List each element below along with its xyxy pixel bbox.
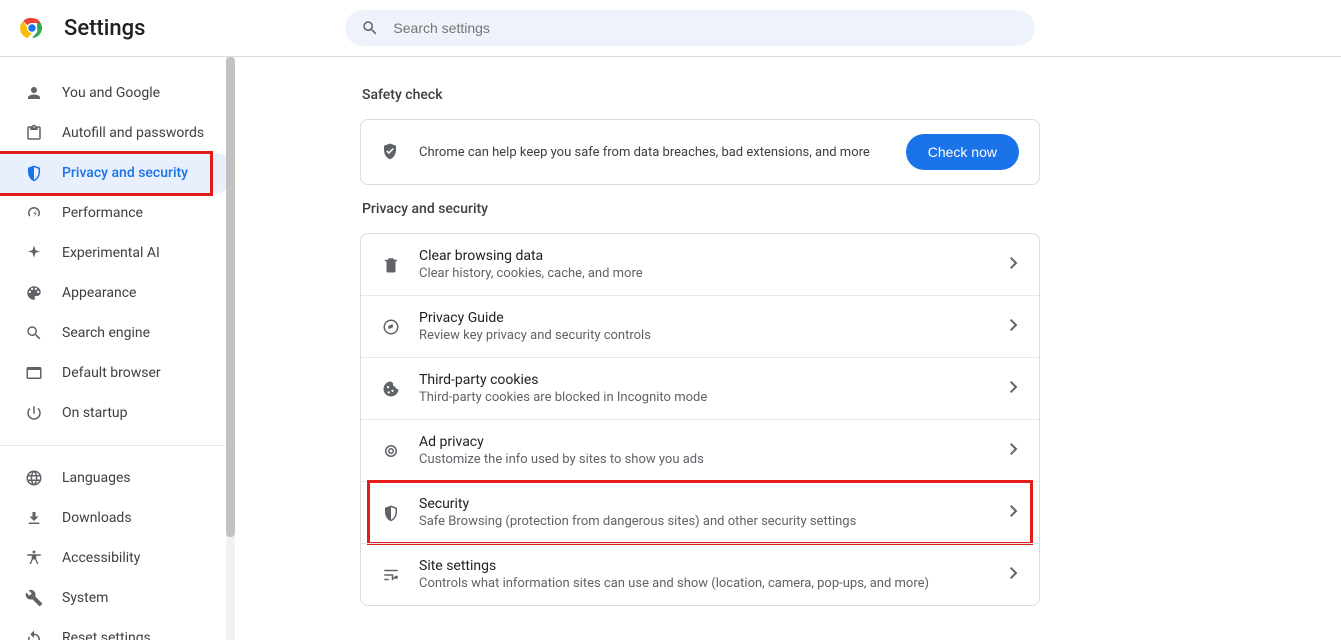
check-now-button[interactable]: Check now — [906, 134, 1019, 170]
sidebar-item-accessibility[interactable]: Accessibility — [0, 538, 235, 578]
row-desc: Controls what information sites can use … — [419, 576, 1009, 591]
search-icon — [24, 323, 44, 343]
row-title: Clear browsing data — [419, 248, 1009, 264]
sparkle-icon — [24, 243, 44, 263]
sidebar-item-reset[interactable]: Reset settings — [0, 618, 235, 640]
shield-check-icon — [381, 142, 401, 162]
row-security[interactable]: Security Safe Browsing (protection from … — [361, 481, 1039, 543]
sidebar-item-on-startup[interactable]: On startup — [0, 393, 235, 433]
scrollbar-thumb[interactable] — [226, 57, 235, 537]
row-privacy-guide[interactable]: Privacy Guide Review key privacy and sec… — [361, 295, 1039, 357]
sidebar-item-autofill[interactable]: Autofill and passwords — [0, 113, 235, 153]
topbar: Settings — [0, 0, 1341, 57]
search-icon — [361, 19, 379, 37]
sidebar-divider — [0, 445, 235, 446]
sidebar-item-label: Appearance — [62, 285, 136, 301]
chevron-right-icon — [1009, 567, 1019, 583]
row-ad-privacy[interactable]: Ad privacy Customize the info used by si… — [361, 419, 1039, 481]
sidebar-item-downloads[interactable]: Downloads — [0, 498, 235, 538]
page-title: Settings — [64, 16, 145, 41]
safety-check-card: Chrome can help keep you safe from data … — [360, 119, 1040, 185]
row-title: Ad privacy — [419, 434, 1009, 450]
wrench-icon — [24, 588, 44, 608]
row-desc: Review key privacy and security controls — [419, 328, 1009, 343]
sidebar-item-label: Reset settings — [62, 630, 151, 640]
sidebar-item-experimental-ai[interactable]: Experimental AI — [0, 233, 235, 273]
person-icon — [24, 83, 44, 103]
sidebar-item-label: Downloads — [62, 510, 132, 526]
sidebar-item-label: Autofill and passwords — [62, 125, 204, 141]
row-title: Security — [419, 496, 1009, 512]
row-clear-browsing-data[interactable]: Clear browsing data Clear history, cooki… — [361, 234, 1039, 295]
sidebar-item-appearance[interactable]: Appearance — [0, 273, 235, 313]
sidebar-scrollbar[interactable] — [226, 57, 235, 640]
sidebar-item-label: On startup — [62, 405, 128, 421]
sidebar-item-you-and-google[interactable]: You and Google — [0, 73, 235, 113]
shield-icon — [24, 163, 44, 183]
safety-check-desc: Chrome can help keep you safe from data … — [419, 145, 906, 160]
sidebar-item-label: System — [62, 590, 108, 606]
power-icon — [24, 403, 44, 423]
sidebar-item-privacy-security[interactable]: Privacy and security — [0, 153, 235, 193]
row-title: Site settings — [419, 558, 1009, 574]
sidebar-item-search-engine[interactable]: Search engine — [0, 313, 235, 353]
speedometer-icon — [24, 203, 44, 223]
compass-icon — [381, 317, 401, 337]
shield-icon — [381, 503, 401, 523]
sidebar-item-label: Languages — [62, 470, 131, 486]
sidebar-item-label: Search engine — [62, 325, 150, 341]
privacy-section-title: Privacy and security — [362, 201, 1040, 217]
chevron-right-icon — [1009, 443, 1019, 459]
row-third-party-cookies[interactable]: Third-party cookies Third-party cookies … — [361, 357, 1039, 419]
row-desc: Safe Browsing (protection from dangerous… — [419, 514, 1009, 529]
search-box[interactable] — [345, 10, 1035, 46]
row-title: Privacy Guide — [419, 310, 1009, 326]
sidebar-item-label: Experimental AI — [62, 245, 160, 261]
sidebar: You and Google Autofill and passwords Pr… — [0, 57, 235, 640]
reset-icon — [24, 628, 44, 640]
sidebar-item-label: Accessibility — [62, 550, 140, 566]
sidebar-item-default-browser[interactable]: Default browser — [0, 353, 235, 393]
safety-check-title: Safety check — [362, 87, 1040, 103]
globe-icon — [24, 468, 44, 488]
chevron-right-icon — [1009, 257, 1019, 273]
sliders-icon — [381, 565, 401, 585]
cookie-icon — [381, 379, 401, 399]
clipboard-icon — [24, 123, 44, 143]
browser-icon — [24, 363, 44, 383]
palette-icon — [24, 283, 44, 303]
row-site-settings[interactable]: Site settings Controls what information … — [361, 543, 1039, 605]
sidebar-item-label: Performance — [62, 205, 143, 221]
sidebar-item-languages[interactable]: Languages — [0, 458, 235, 498]
trash-icon — [381, 255, 401, 275]
target-icon — [381, 441, 401, 461]
sidebar-item-label: Default browser — [62, 365, 161, 381]
download-icon — [24, 508, 44, 528]
row-desc: Customize the info used by sites to show… — [419, 452, 1009, 467]
row-desc: Third-party cookies are blocked in Incog… — [419, 390, 1009, 405]
chevron-right-icon — [1009, 505, 1019, 521]
search-input[interactable] — [393, 20, 1019, 36]
row-title: Third-party cookies — [419, 372, 1009, 388]
chevron-right-icon — [1009, 319, 1019, 335]
sidebar-item-system[interactable]: System — [0, 578, 235, 618]
privacy-card: Clear browsing data Clear history, cooki… — [360, 233, 1040, 606]
content: Safety check Chrome can help keep you sa… — [235, 57, 1341, 640]
row-desc: Clear history, cookies, cache, and more — [419, 266, 1009, 281]
sidebar-item-label: You and Google — [62, 85, 160, 101]
sidebar-item-performance[interactable]: Performance — [0, 193, 235, 233]
chrome-logo-icon — [20, 16, 44, 40]
sidebar-item-label: Privacy and security — [62, 165, 188, 181]
chevron-right-icon — [1009, 381, 1019, 397]
accessibility-icon — [24, 548, 44, 568]
